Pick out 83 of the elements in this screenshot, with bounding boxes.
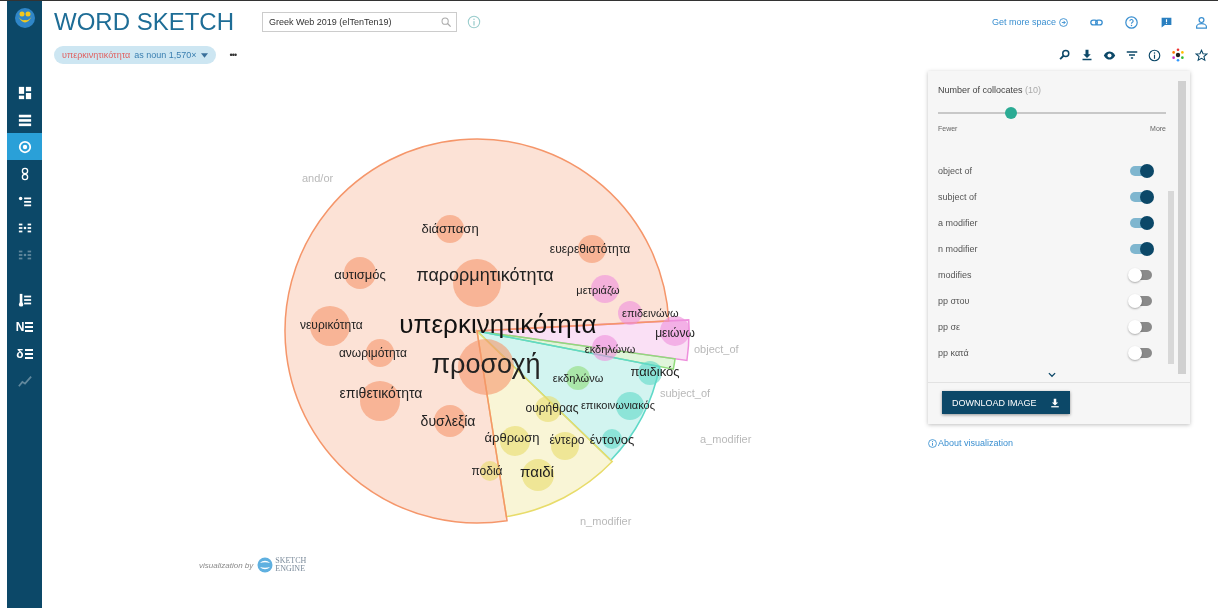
list-icon[interactable] [17, 112, 32, 127]
collocate-word[interactable]: παιδικός [630, 364, 680, 379]
slider-thumb[interactable] [1004, 107, 1017, 119]
color-dots-icon[interactable] [1171, 48, 1185, 62]
star-icon[interactable] [1195, 48, 1208, 62]
relation-label: subject_of [660, 387, 711, 399]
word-bubble [522, 459, 554, 491]
collocate-word[interactable]: ευερεθιστότητα [549, 242, 631, 256]
help-icon[interactable] [1125, 15, 1138, 29]
relation-label: pp σε [938, 322, 961, 332]
relation-label: modifies [938, 270, 972, 280]
relation-toggle[interactable] [1130, 218, 1152, 228]
feedback-icon[interactable] [1160, 15, 1173, 29]
collocate-word[interactable]: παρορμητικότητα [416, 265, 554, 285]
relation-toggle[interactable] [1130, 244, 1152, 254]
collocate-word[interactable]: ποδιά [471, 464, 503, 478]
collocate-word[interactable]: έντονος [589, 432, 635, 447]
query-chip[interactable]: υπερκινητικότητα as noun 1,570× [54, 46, 216, 64]
relation-label: pp στου [938, 296, 970, 306]
collocates-label: Number of collocates (10) [938, 85, 1043, 95]
info-icon[interactable] [1148, 48, 1161, 62]
collocate-word[interactable]: επιθετικότητα [339, 385, 423, 401]
target-icon[interactable] [17, 139, 32, 154]
collocate-word[interactable]: αυτισμός [334, 267, 386, 282]
relation-label: a modifier [938, 218, 978, 228]
more-space-link[interactable]: Get more space [991, 17, 1068, 27]
relation-label: n_modifier [580, 515, 632, 527]
relation-toggle[interactable] [1130, 270, 1152, 280]
corpus-field[interactable]: Greek Web 2019 (elTenTen19) [262, 12, 457, 32]
user-icon[interactable] [1195, 15, 1208, 29]
collocate-word[interactable]: μετριάζω [576, 284, 620, 296]
collocate-word[interactable]: ουρήθρας [525, 401, 579, 415]
app-logo-icon[interactable] [13, 7, 36, 29]
sidebar-item[interactable]: N [7, 313, 42, 340]
collocate-word[interactable]: νευρικότητα [300, 318, 363, 332]
headword: υπερκινητικότητα [399, 309, 597, 339]
collocate-word[interactable]: εκδηλώνω [552, 372, 604, 384]
collocates-slider[interactable] [938, 107, 1166, 119]
download-icon [1050, 397, 1060, 408]
more-button[interactable]: ••• [229, 50, 237, 60]
chevron-down-icon[interactable] [1047, 370, 1057, 380]
info-icon [928, 438, 937, 448]
scrollbar[interactable] [1178, 81, 1186, 374]
credit-text: visualization by [199, 560, 254, 570]
download-image-button[interactable]: DOWNLOAD IMAGE [942, 391, 1070, 414]
relation-label: pp κατά [938, 348, 969, 358]
collocate-word[interactable]: άρθρωση [484, 430, 540, 445]
relation-label: object_of [694, 343, 739, 355]
about-visualization-link[interactable]: About visualization [928, 438, 1190, 448]
collocate-word[interactable]: παιδί [520, 463, 554, 480]
eye-icon[interactable] [1103, 48, 1116, 62]
collocate-word[interactable]: διάσπαση [421, 221, 479, 236]
arrow-circle-icon [1059, 17, 1068, 27]
collocate-word[interactable]: έντερο [549, 433, 585, 447]
relation-label: a_modifier [700, 433, 752, 445]
collocate-word[interactable]: μειώνω [655, 326, 695, 340]
relation-toggle[interactable] [1130, 192, 1152, 202]
download-icon[interactable] [1081, 49, 1093, 61]
sketch-engine-logo-icon [257, 557, 274, 573]
relation-toggle[interactable] [1130, 166, 1152, 176]
collocate-word[interactable]: επικοινωνιακός [581, 399, 655, 411]
relation-label: object of [938, 166, 973, 176]
page-title: WORD SKETCH [54, 8, 234, 36]
relation-label: n modifier [938, 244, 978, 254]
relation-toggle[interactable] [1130, 296, 1152, 306]
collocate-word[interactable]: ανωριμότητα [338, 346, 408, 360]
relation-toggle[interactable] [1130, 348, 1152, 358]
filter-icon[interactable] [1126, 49, 1138, 61]
relation-label: subject of [938, 192, 977, 202]
inner-scrollbar[interactable] [1168, 191, 1174, 364]
collocate-word[interactable]: επιδεινώνω [622, 307, 679, 319]
search-icon [441, 16, 452, 28]
logo-text: SKETCH ENGINE [275, 557, 308, 573]
relation-label: and/or [302, 172, 334, 184]
dashboard-icon[interactable] [17, 85, 32, 100]
caret-icon [200, 52, 208, 58]
collocate-word[interactable]: δυσλεξία [420, 413, 476, 429]
sidebar-item[interactable]: δ [7, 340, 42, 367]
relation-toggle[interactable] [1130, 322, 1152, 332]
thermometer-list-icon[interactable] [17, 292, 32, 307]
search-icon[interactable] [1059, 49, 1071, 61]
collocate-word[interactable]: προσοχή [431, 349, 541, 379]
collocate-word[interactable]: εκδηλώνω [584, 343, 636, 355]
